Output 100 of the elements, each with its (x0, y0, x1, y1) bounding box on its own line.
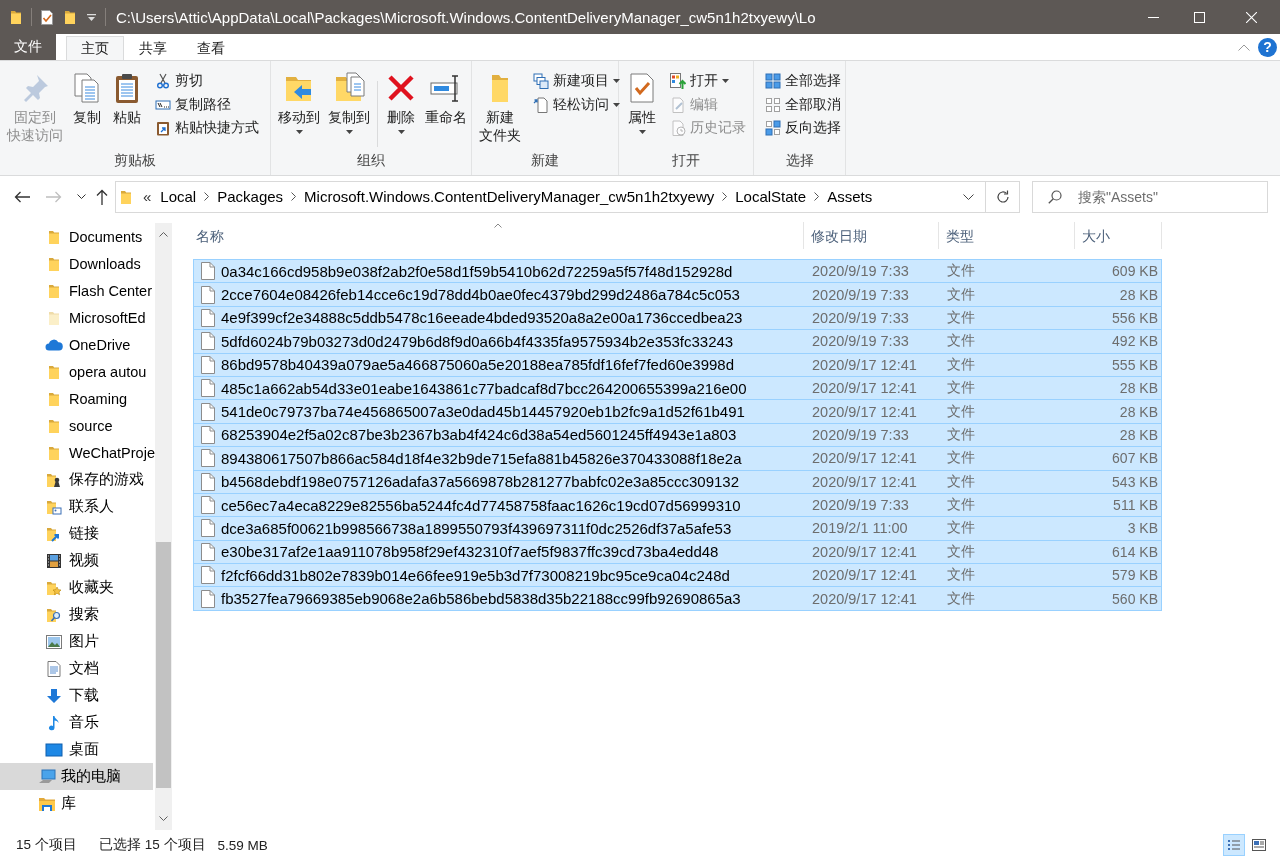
scrollbar[interactable] (155, 223, 172, 830)
nav-item[interactable]: 搜索 (0, 601, 153, 628)
column-header[interactable]: 类型 (939, 222, 1075, 249)
nav-item[interactable]: OneDrive (0, 331, 153, 358)
nav-item[interactable]: 保存的游戏 (0, 466, 153, 493)
file-row[interactable]: 86bd9578b40439a079ae5a466875060a5e20188ea785fdf16fef7fed60e3998d 2020/9/17 12:41 文件 555 KB (193, 352, 1162, 377)
ribbon-button[interactable]: 新建项目 (530, 70, 623, 92)
nav-item[interactable]: MicrosoftEd (0, 304, 153, 331)
nav-item[interactable]: source (0, 412, 153, 439)
ribbon-group-label: 选择 (784, 152, 815, 170)
ribbon-button[interactable]: 复制到 (325, 69, 373, 134)
file-row[interactable]: f2fcf66dd31b802e7839b014e66fee919e5b3d7f73008219bc95ce9ca04c248d 2020/9/17 12:41 文件 579 KB (193, 563, 1162, 588)
nav-item[interactable]: Flash Center (0, 277, 153, 304)
file-row[interactable]: dce3a685f00621b998566738a1899550793f439697311f0dc2526df37a5afe53 2019/2/1 11:00 文件 3 KB (193, 516, 1162, 541)
breadcrumb[interactable]: LocalState (731, 188, 811, 205)
ribbon-button[interactable]: 删除 (382, 69, 420, 134)
ribbon-button[interactable]: 移动到 (275, 69, 323, 134)
type-cell-text: 文件 (946, 496, 976, 515)
nav-item[interactable]: Documents (0, 223, 153, 250)
file-row[interactable]: 5dfd6024b79b03273d0d2479b6d8f9d0a66b4f4335fa9575934b2e353fc33243 2020/9/19 7:33 文件 492 KB (193, 329, 1162, 354)
ribbon-button[interactable]: 复制 (68, 69, 106, 127)
breadcrumb[interactable]: Assets (823, 188, 877, 205)
column-header[interactable]: 修改日期 (804, 222, 939, 249)
nav-item[interactable]: 我的电脑 (0, 763, 153, 790)
nav-item[interactable]: WeChatProje (0, 439, 153, 466)
selection-size: 5.59 MB (217, 837, 268, 853)
size-cell-text: 28 KB (1118, 425, 1159, 445)
nav-item[interactable]: 联系人 (0, 493, 153, 520)
chevron-down-icon[interactable] (159, 816, 168, 822)
chevron-down-icon (962, 193, 974, 200)
caret-down-icon (638, 130, 646, 134)
ribbon-button[interactable]: 复制路径 (152, 93, 262, 116)
file-row[interactable]: 894380617507b866ac584d18f4e32b9de715efa881b45826e370433088f18e2a 2020/9/17 12:41 文件 607 KB (193, 446, 1162, 471)
ribbon-button[interactable]: 全部取消 (762, 93, 844, 116)
faded-folder-icon (48, 309, 60, 326)
help-button[interactable]: ? (1258, 37, 1277, 57)
close-icon (1245, 11, 1257, 23)
nav-item[interactable]: Roaming (0, 385, 153, 412)
nav-item[interactable]: 链接 (0, 520, 153, 547)
folder-icon[interactable] (10, 9, 22, 25)
chevron-down-icon (76, 194, 86, 199)
ribbon-button[interactable]: 粘贴 (108, 69, 146, 127)
scrollbar-thumb[interactable] (156, 541, 171, 789)
ribbon-button[interactable]: 全部选择 (762, 70, 844, 92)
column-header[interactable]: 大小 (1075, 222, 1162, 249)
size-cell-text: 511 KB (1112, 496, 1159, 516)
nav-item[interactable]: Downloads (0, 250, 153, 277)
nav-item[interactable]: 下载 (0, 682, 153, 709)
breadcrumb[interactable]: Microsoft.Windows.ContentDeliveryManager_cw5n1h2txyewy (300, 188, 719, 205)
page-checkmark-icon[interactable] (41, 9, 53, 25)
file-name: 485c1a662ab54d33e01eabe1643861c77badcaf8d7bcc264200655399a216e00 (221, 379, 747, 397)
folder-icon[interactable] (64, 9, 76, 25)
right-arrow-icon (46, 190, 62, 203)
ribbon-button[interactable]: 重命名 (422, 69, 470, 127)
minimize-icon (1147, 16, 1159, 18)
folder-pawn-icon (46, 471, 62, 488)
scissors-icon (155, 73, 171, 89)
column-header[interactable]: 名称 (193, 222, 804, 249)
ribbon-button[interactable]: 打开 (667, 70, 749, 92)
ribbon-button[interactable]: 粘贴快捷方式 (152, 117, 262, 139)
file-menu-tab[interactable]: 文件 (0, 34, 56, 60)
ribbon-button[interactable]: 轻松访问 (530, 93, 623, 116)
ribbon-button[interactable]: 属性 (623, 69, 661, 134)
caret-down-icon (397, 130, 405, 134)
file-row[interactable]: 541de0c79737ba74e456865007a3e0dad45b14457920eb1b2fc9a1d52f61b491 2020/9/17 12:41 文件 28 KB (193, 399, 1162, 424)
chevron-up-icon[interactable] (159, 231, 168, 237)
nav-item[interactable]: opera autou (0, 358, 153, 385)
nav-item[interactable]: 文档 (0, 655, 153, 682)
folder-icon (48, 228, 60, 245)
breadcrumb[interactable]: Local (156, 188, 201, 205)
overflow-button[interactable]: « (141, 188, 157, 205)
nav-item[interactable]: 图片 (0, 628, 153, 655)
caret-down-icon[interactable] (87, 13, 96, 21)
file-row[interactable]: 2cce7604e08426feb14cce6c19d78dd4b0ae0fec4379bd299d2486a784c5c053 2020/9/19 7:33 文件 28 KB (193, 282, 1162, 307)
nav-item[interactable]: 库 (0, 790, 153, 817)
size-cell-text: 3 KB (1126, 519, 1159, 539)
file-row[interactable]: 0a34c166cd958b9e038f2ab2f0e58d1f59b5410b62d72259a5f57f48d152928d 2020/9/19 7:33 文件 609 KB (193, 259, 1162, 284)
size-cell-text: 28 KB (1118, 285, 1159, 305)
date-cell-text: 2020/9/19 7:33 (811, 425, 910, 445)
size-cell-text: 28 KB (1118, 379, 1159, 399)
type-cell-text: 文件 (946, 355, 976, 374)
address-bar[interactable]: « Local Packages Microsoft.Windows.ContentDeliveryManager_cw5n1h2txyewy LocalState Assets (115, 180, 1020, 213)
ribbon-button[interactable]: 剪切 (152, 70, 262, 92)
ribbon-button[interactable]: 新建 文件夹 (476, 69, 524, 145)
ribbon-tab[interactable]: 查看 (182, 36, 240, 60)
nav-item[interactable]: 音乐 (0, 709, 153, 736)
file-row[interactable]: b4568debdf198e0757126adafa37a5669878b281277babfc02e3a85ccc309132 2020/9/17 12:41 文件 543 KB (193, 469, 1162, 494)
page-pencil-icon (670, 96, 686, 113)
ribbon-button[interactable]: 反向选择 (762, 117, 844, 139)
nav-item[interactable]: 视频 (0, 547, 153, 574)
search-field[interactable]: 搜索"Assets" (1032, 180, 1268, 213)
breadcrumb[interactable]: Packages (213, 188, 288, 205)
nav-item[interactable]: 收藏夹 (0, 574, 153, 601)
folder-icon (48, 255, 60, 272)
file-icon (201, 519, 215, 538)
ribbon-tab[interactable]: 共享 (124, 36, 182, 60)
file-row[interactable]: fb3527fea79669385eb9068e2a6b586bebd5838d35b22188cc99fb92690865a3 2020/9/17 12:41 文件 560 KB (193, 586, 1162, 611)
nav-item[interactable]: 桌面 (0, 736, 153, 763)
ribbon-tab[interactable]: 主页 (66, 36, 124, 61)
page-clock-icon (670, 120, 686, 136)
